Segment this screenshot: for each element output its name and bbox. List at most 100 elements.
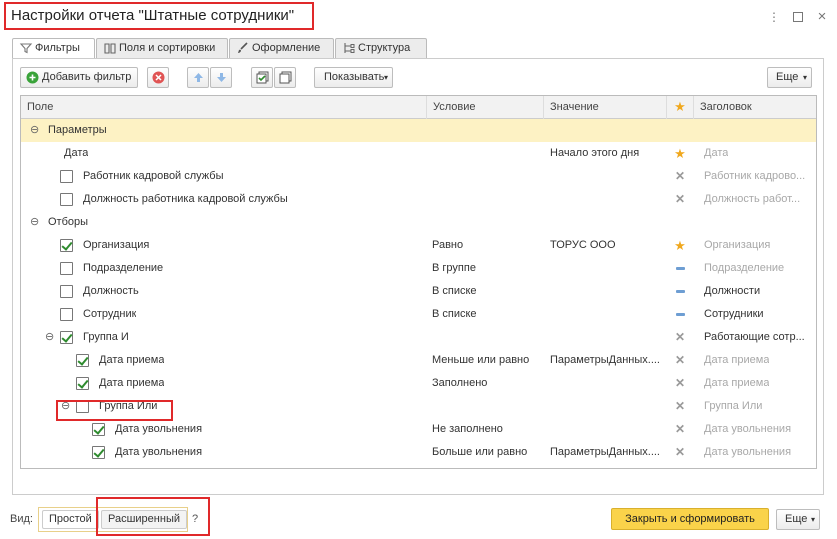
uncheck-all-button[interactable] (274, 67, 296, 88)
tab-fields-sorting[interactable]: Поля и сортировки (96, 38, 228, 59)
row-title[interactable]: Организация (704, 234, 770, 257)
collapse-icon[interactable]: ⊖ (30, 119, 40, 142)
row-condition[interactable]: Заполнено (432, 372, 487, 395)
row-checkbox[interactable] (60, 308, 73, 321)
table-row[interactable]: Дата увольнения Больше или равно Парамет… (21, 441, 816, 464)
close-icon[interactable]: ✕ (673, 441, 687, 464)
row-value[interactable]: ТОРУС ООО (550, 234, 616, 257)
dash-icon[interactable] (673, 280, 687, 303)
table-row[interactable]: Дата увольнения Не заполнено ✕ Дата увол… (21, 418, 816, 441)
row-checkbox[interactable] (60, 262, 73, 275)
row-field: Сотрудник (83, 308, 137, 320)
row-title[interactable]: Подразделение (704, 257, 784, 280)
tab-label: Структура (358, 42, 411, 54)
row-title[interactable]: Должности (704, 280, 760, 303)
dash-icon[interactable] (673, 303, 687, 326)
row-checkbox[interactable] (60, 170, 73, 183)
row-title[interactable]: Работник кадрово... (704, 165, 814, 188)
arrow-down-icon (217, 73, 226, 82)
column-header-value[interactable]: Значение (544, 96, 667, 119)
table-row[interactable]: ⊖ Параметры (21, 119, 816, 142)
row-checkbox[interactable] (76, 354, 89, 367)
star-icon[interactable]: ★ (673, 142, 687, 165)
table-row[interactable]: Дата приема Заполнено ✕ Дата приема (21, 372, 816, 395)
close-icon[interactable]: ✕ (673, 165, 687, 188)
more-label: Еще (776, 71, 799, 83)
row-condition[interactable]: В группе (432, 257, 476, 280)
row-value[interactable]: ПараметрыДанных.... (550, 441, 662, 464)
row-condition[interactable]: Не заполнено (432, 418, 503, 441)
table-row[interactable]: ⊖ Отборы (21, 211, 816, 234)
row-title[interactable]: Дата приема (704, 372, 769, 395)
row-checkbox[interactable] (60, 193, 73, 206)
row-condition[interactable]: Равно (432, 234, 463, 257)
row-title[interactable]: Дата увольнения (704, 441, 791, 464)
delete-icon (152, 71, 165, 84)
view-simple-button[interactable]: Простой (42, 510, 99, 529)
close-and-build-button[interactable]: Закрыть и сформировать (611, 508, 769, 530)
table-row[interactable]: Сотрудник В списке Сотрудники (21, 303, 816, 326)
close-icon[interactable]: ✕ (673, 349, 687, 372)
row-checkbox[interactable] (60, 239, 73, 252)
table-row[interactable]: Должность работника кадровой службы ✕ До… (21, 188, 816, 211)
table-row[interactable]: Должность В списке Должности (21, 280, 816, 303)
row-title[interactable]: Группа Или (704, 395, 762, 418)
row-title[interactable]: Дата (704, 142, 728, 165)
tab-structure[interactable]: Структура (335, 38, 427, 59)
row-condition[interactable]: В списке (432, 303, 477, 326)
delete-button[interactable] (147, 67, 169, 88)
row-checkbox[interactable] (92, 446, 105, 459)
star-icon[interactable]: ★ (673, 234, 687, 257)
uncheck-all-icon (279, 71, 292, 84)
column-header-title[interactable]: Заголовок (694, 96, 816, 119)
close-icon[interactable]: ✕ (673, 418, 687, 441)
check-all-button[interactable] (251, 67, 273, 88)
row-field: Группа И (83, 331, 129, 343)
close-icon[interactable]: ✕ (673, 188, 687, 211)
table-row[interactable]: ⊖ Группа И ✕ Работающие сотр... (21, 326, 816, 349)
row-condition[interactable]: В списке (432, 280, 477, 303)
row-checkbox[interactable] (60, 331, 73, 344)
show-dropdown-button[interactable]: Показывать ▾ (314, 67, 393, 88)
row-value[interactable]: ПараметрыДанных.... (550, 349, 662, 372)
table-row[interactable]: Дата приема Меньше или равно ПараметрыДа… (21, 349, 816, 372)
add-filter-button[interactable]: Добавить фильтр (20, 67, 138, 88)
table-row[interactable]: Дата Начало этого дня ★ Дата (21, 142, 816, 165)
column-header-field[interactable]: Поле (21, 96, 427, 119)
row-title[interactable]: Дата увольнения (704, 418, 791, 441)
tab-label: Фильтры (35, 42, 80, 54)
row-field: Параметры (48, 124, 107, 136)
table-row[interactable]: Подразделение В группе Подразделение (21, 257, 816, 280)
more-button[interactable]: Еще ▾ (767, 67, 812, 88)
tab-appearance[interactable]: Оформление (229, 38, 334, 59)
row-condition[interactable]: Меньше или равно (432, 349, 529, 372)
close-icon[interactable]: ✕ (673, 326, 687, 349)
close-icon[interactable]: × (814, 9, 830, 25)
row-field: Дата приема (99, 354, 165, 366)
row-title[interactable]: Сотрудники (704, 303, 764, 326)
move-up-button[interactable] (187, 67, 209, 88)
footer-more-button[interactable]: Еще ▾ (776, 509, 820, 530)
row-condition[interactable]: Больше или равно (432, 441, 527, 464)
collapse-icon[interactable]: ⊖ (30, 211, 40, 234)
row-checkbox[interactable] (92, 423, 105, 436)
table-row[interactable]: Работник кадровой службы ✕ Работник кадр… (21, 165, 816, 188)
menu-dots-icon[interactable]: ⋮ (766, 9, 782, 25)
collapse-icon[interactable]: ⊖ (45, 326, 55, 349)
row-checkbox[interactable] (60, 285, 73, 298)
row-title[interactable]: Дата приема (704, 349, 769, 372)
row-field: Дата увольнения (115, 423, 203, 435)
table-row[interactable]: Организация Равно ТОРУС ООО ★ Организаци… (21, 234, 816, 257)
move-down-button[interactable] (210, 67, 232, 88)
column-header-condition[interactable]: Условие (427, 96, 544, 119)
column-header-use[interactable]: ★ (667, 96, 694, 119)
row-title[interactable]: Должность работ... (704, 188, 814, 211)
tab-filters[interactable]: Фильтры (12, 38, 95, 60)
close-icon[interactable]: ✕ (673, 395, 687, 418)
dash-icon[interactable] (673, 257, 687, 280)
close-icon[interactable]: ✕ (673, 372, 687, 395)
row-checkbox[interactable] (76, 377, 89, 390)
row-value[interactable]: Начало этого дня (550, 142, 639, 165)
maximize-icon[interactable] (790, 9, 806, 25)
row-title[interactable]: Работающие сотр... (704, 326, 814, 349)
